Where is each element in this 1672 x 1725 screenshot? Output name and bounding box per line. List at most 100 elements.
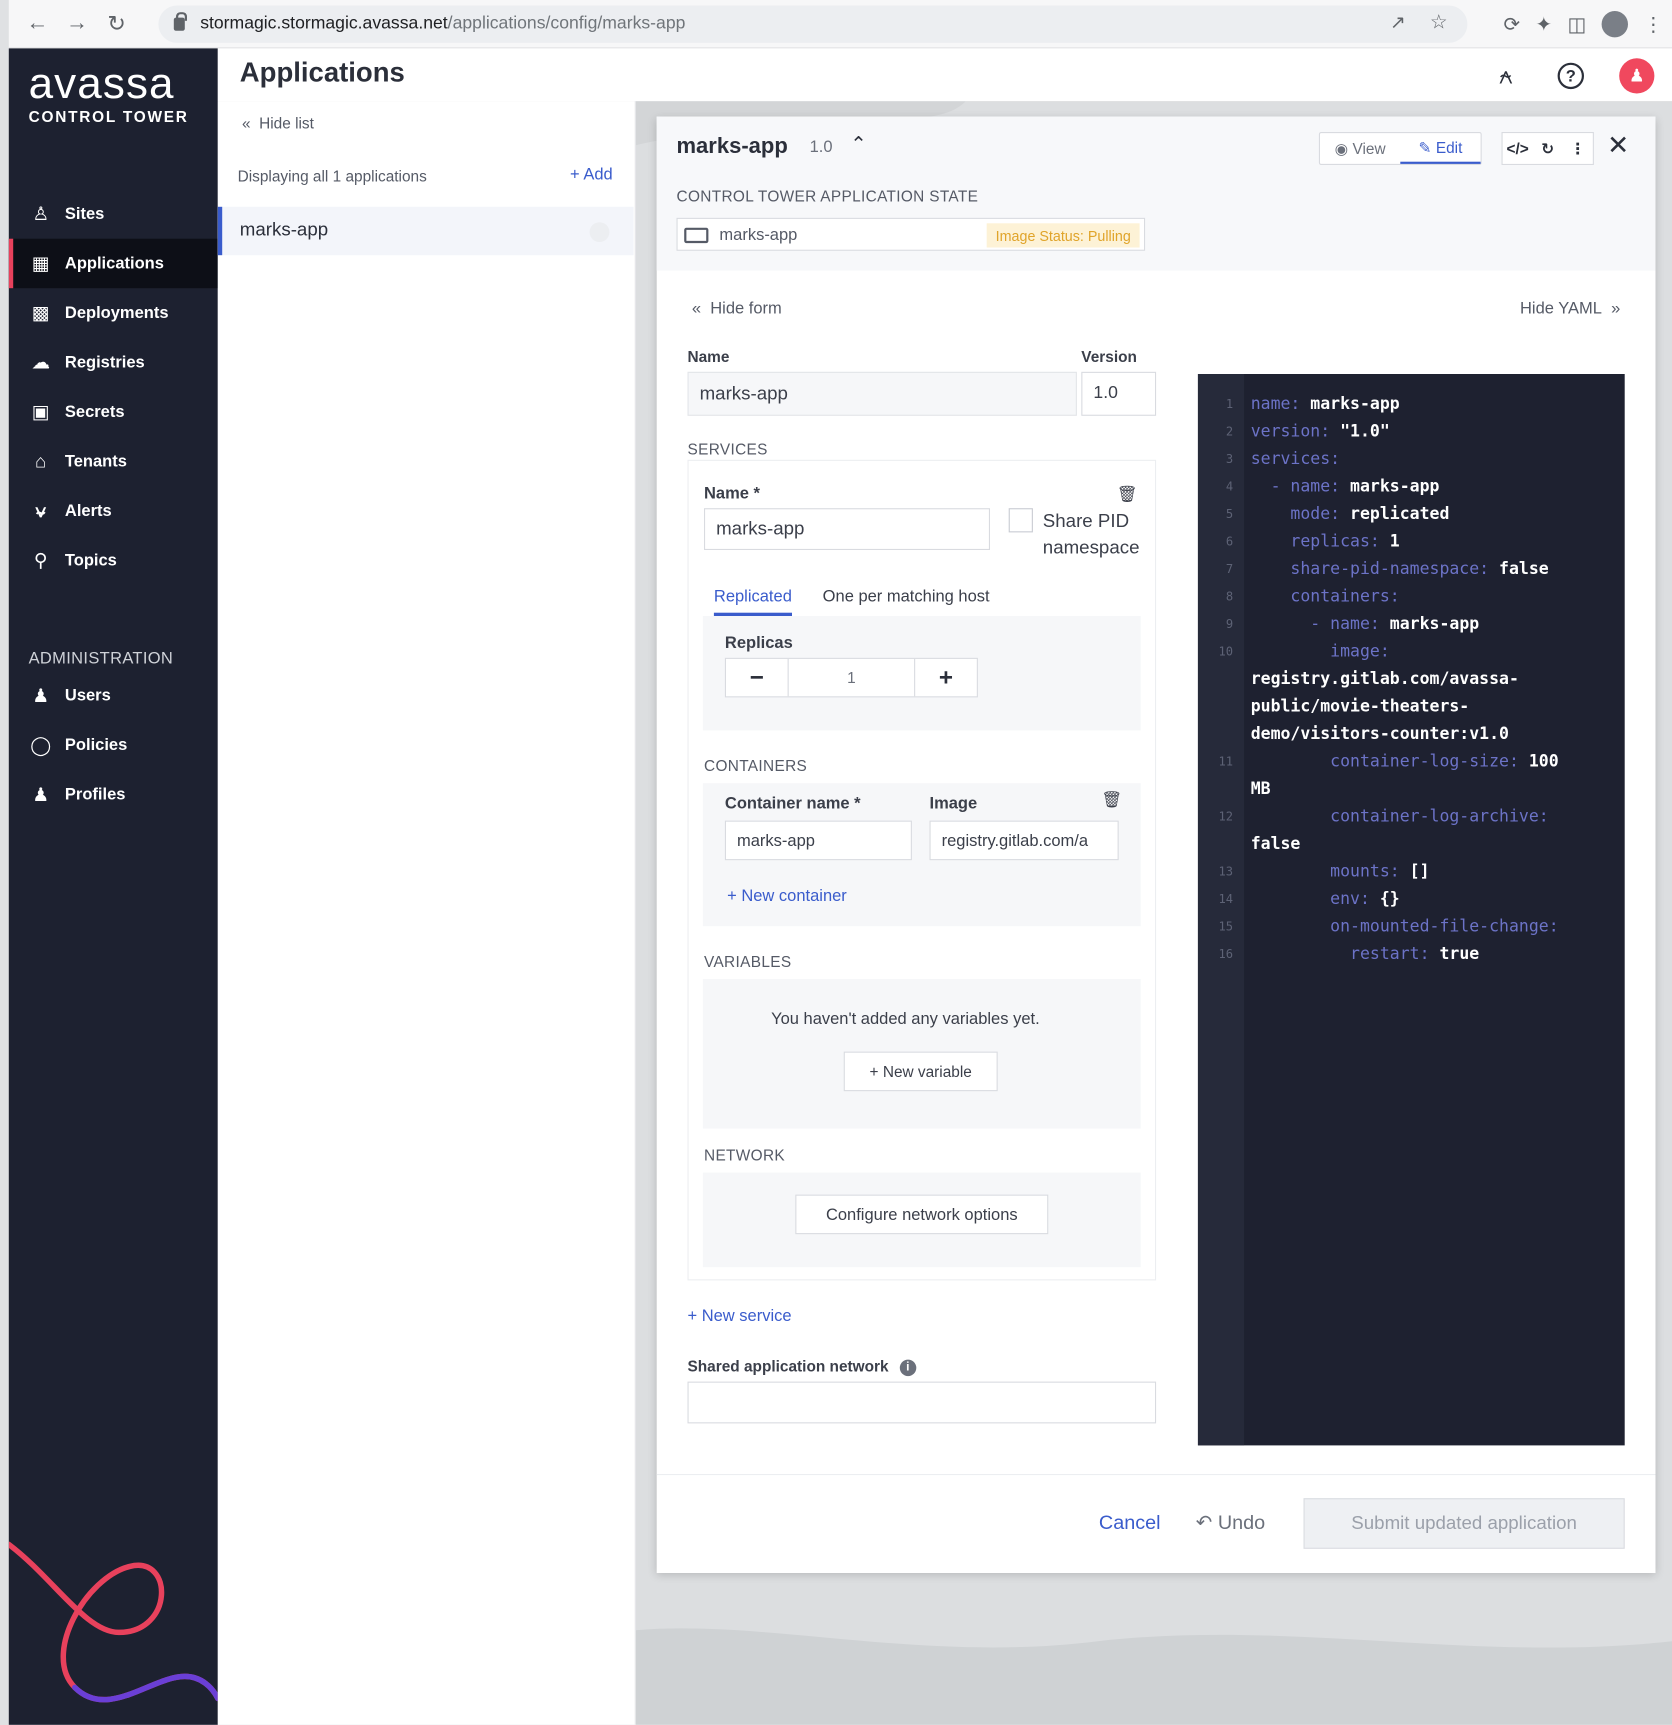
back-icon[interactable]: ←	[18, 4, 58, 44]
yaml-line: 16 restart: true	[1198, 942, 1625, 970]
view-button[interactable]: ◉ View	[1320, 133, 1400, 164]
close-icon[interactable]: ✕	[1607, 130, 1629, 162]
state-app-name: marks-app	[719, 225, 798, 245]
delete-container-trash-icon[interactable]: 🗑	[1101, 790, 1122, 810]
sidebar-item-policies[interactable]: ◯ Policies	[9, 721, 218, 771]
card-header: marks-app 1.0 ⌃ ◉ View ✎ Edit </> ↻ ⋮ ✕ CO…	[656, 116, 1656, 271]
share-icon[interactable]: ↗	[1390, 12, 1406, 34]
tab-replicated[interactable]: Replicated	[713, 587, 792, 616]
hide-form-button[interactable]: « Hide form	[692, 299, 782, 318]
yaml-value: replicated	[1340, 503, 1450, 524]
sync-icon[interactable]: ⟳	[1503, 13, 1520, 36]
code-icon[interactable]: </>	[1503, 133, 1533, 164]
yaml-line: 12 container-log-archive:	[1198, 804, 1625, 832]
sidebar-item-users[interactable]: ♟ Users	[9, 671, 218, 721]
yaml-value: "1.0"	[1330, 421, 1390, 442]
shared-network-input[interactable]	[687, 1381, 1157, 1424]
delete-service-trash-icon[interactable]: 🗑	[1117, 484, 1138, 504]
user-avatar[interactable]: ♟	[1619, 58, 1655, 94]
kebab-menu-icon[interactable]: ⋮	[1643, 13, 1663, 36]
image-field[interactable]: registry.gitlab.com/a	[929, 820, 1119, 861]
decrement-button[interactable]: −	[726, 659, 788, 696]
yaml-editor[interactable]: 1 name: marks-app 2 version: "1.0" 3 services…	[1197, 374, 1625, 1446]
reload-icon[interactable]: ↻	[97, 4, 137, 44]
users-icon: ♟	[32, 684, 50, 706]
replicas-value[interactable]: 1	[787, 658, 916, 697]
state-section-title: CONTROL TOWER APPLICATION STATE	[676, 187, 979, 205]
chevron-up-icon[interactable]: ⌃	[850, 133, 867, 156]
secrets-icon: ▣	[31, 400, 50, 422]
info-icon[interactable]: i	[899, 1359, 917, 1376]
sidebar-item-sites[interactable]: ♙ Sites	[9, 189, 218, 239]
forward-icon[interactable]: →	[57, 4, 97, 44]
sidebar-item-alerts[interactable]: ⍱ Alerts	[9, 486, 218, 536]
more-vertical-icon[interactable]: ⋮	[1563, 133, 1593, 164]
yaml-line-code: share-pid-namespace: false	[1251, 558, 1549, 579]
double-chevron-left-icon: «	[691, 299, 702, 318]
hide-list-button[interactable]: « Hide list	[242, 114, 314, 132]
yaml-line: 2 version: "1.0"	[1198, 419, 1625, 447]
profile-avatar[interactable]	[1601, 11, 1628, 38]
list-item[interactable]: marks-app	[217, 206, 634, 256]
yaml-line-code: demo/visitors-counter:v1.0	[1251, 724, 1509, 744]
sidepanel-icon[interactable]: ◫	[1567, 13, 1586, 36]
version-field[interactable]: 1.0	[1081, 371, 1157, 416]
pencil-icon: ✎	[1418, 138, 1432, 156]
edit-button[interactable]: ✎ Edit	[1400, 133, 1481, 164]
container-name-field[interactable]: marks-app	[724, 820, 912, 861]
extensions-icon[interactable]: ✦	[1535, 13, 1552, 36]
containers-section-title: CONTAINERS	[704, 756, 808, 775]
deployments-icon: ▩	[31, 301, 50, 323]
yaml-value: []	[1399, 861, 1430, 882]
sidebar-item-applications[interactable]: ▦ Applications	[8, 238, 218, 289]
sidebar-item-topics[interactable]: ⚲ Topics	[9, 536, 218, 586]
shared-network-label: Shared application network i	[687, 1357, 917, 1376]
add-application-button[interactable]: + Add	[570, 165, 613, 184]
yaml-line-number: 6	[1225, 534, 1234, 549]
sidebar-item-tenants[interactable]: ⌂ Tenants	[9, 437, 218, 487]
star-icon[interactable]: ☆	[1430, 11, 1448, 34]
undo-button[interactable]: ↶ Undo	[1196, 1511, 1265, 1534]
card-tools: </> ↻ ⋮	[1501, 132, 1594, 165]
app-state-box[interactable]: marks-app Image Status: Pulling	[676, 217, 1146, 251]
yaml-line-number: 11	[1218, 754, 1234, 769]
logo[interactable]: avassa CONTROL TOWER	[29, 62, 189, 126]
yaml-line-code: on-mounted-file-change:	[1251, 916, 1559, 936]
header-actions: ⍲ ? ♟	[1489, 58, 1655, 94]
sidebar-item-deployments[interactable]: ▩ Deployments	[9, 288, 218, 338]
new-variable-button[interactable]: + New variable	[843, 1051, 998, 1092]
hide-yaml-button[interactable]: Hide YAML »	[1520, 299, 1620, 318]
configure-network-button[interactable]: Configure network options	[795, 1194, 1049, 1235]
cancel-button[interactable]: Cancel	[1099, 1511, 1161, 1534]
new-service-button[interactable]: + New service	[688, 1307, 792, 1326]
shared-network-label-text: Shared application network	[687, 1357, 889, 1375]
service-name-field[interactable]: marks-app	[704, 508, 990, 550]
app-name-field[interactable]: marks-app	[687, 371, 1077, 416]
yaml-line: 3 services:	[1198, 447, 1625, 475]
url-host: stormagic.stormagic.avassa.net	[200, 14, 448, 34]
yaml-line-code: public/movie-theaters-	[1251, 696, 1470, 716]
yaml-value: false	[1489, 558, 1549, 579]
yaml-key: mounts:	[1250, 861, 1400, 882]
yaml-line-code: containers:	[1251, 586, 1399, 606]
app-root: ← → ↻ stormagic.stormagic.avassa.net/app…	[0, 0, 1672, 1725]
increment-button[interactable]: +	[915, 659, 977, 696]
submit-button[interactable]: Submit updated application	[1303, 1498, 1625, 1549]
refresh-icon[interactable]: ↻	[1533, 133, 1563, 164]
address-bar[interactable]: stormagic.stormagic.avassa.net/applicati…	[158, 5, 1468, 43]
yaml-line: 10 image:	[1198, 639, 1625, 667]
sidebar-item-registries[interactable]: ☁ Registries	[9, 338, 218, 388]
sidebar-item-secrets[interactable]: ▣ Secrets	[9, 387, 218, 437]
new-container-button[interactable]: + New container	[727, 887, 847, 906]
yaml-line-code: replicas: 1	[1251, 531, 1399, 551]
share-pid-checkbox[interactable]	[1008, 508, 1033, 533]
notifications-bell-icon[interactable]: ⍲	[1489, 59, 1522, 92]
sidebar-item-profiles[interactable]: ♟ Profiles	[9, 770, 218, 820]
yaml-line: 9 - name: marks-app	[1198, 612, 1625, 640]
help-icon[interactable]: ?	[1557, 62, 1584, 90]
yaml-line-code: MB	[1251, 779, 1271, 799]
tab-one-per-host[interactable]: One per matching host	[823, 587, 990, 616]
eye-icon: ◉	[1334, 139, 1349, 157]
yaml-line-number: 13	[1218, 864, 1234, 879]
yaml-line: 4 - name: marks-app	[1198, 474, 1625, 502]
